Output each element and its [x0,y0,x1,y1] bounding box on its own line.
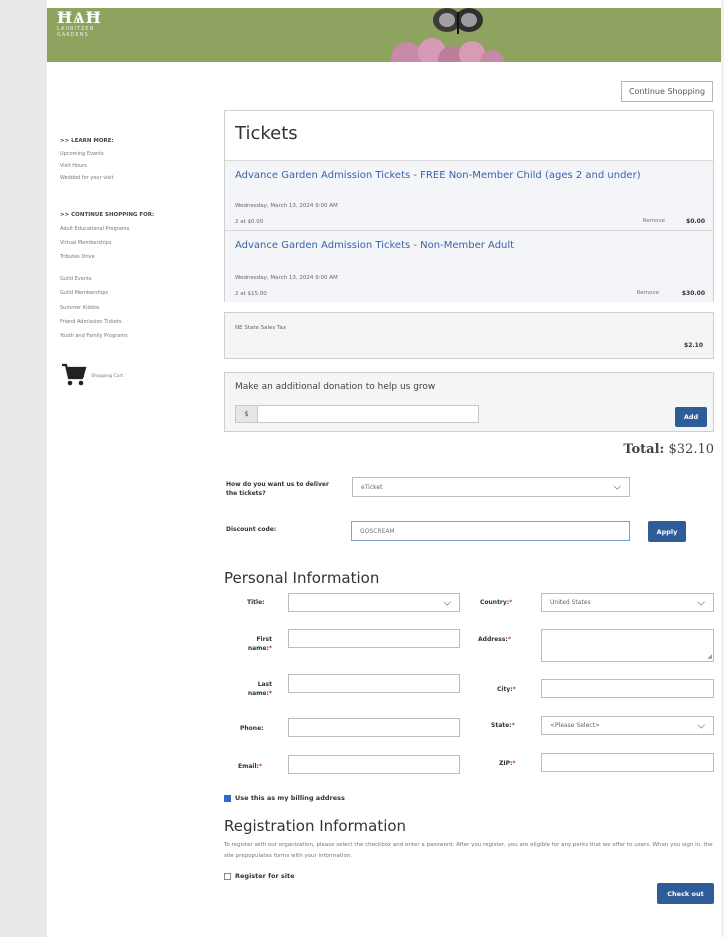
country-label: Country:* [480,599,513,606]
personal-info-title: Personal Information [224,569,380,587]
discount-label: Discount code: [226,526,277,533]
cart-item-price: $0.00 [686,218,705,225]
logo-subtitle: LAURITZEN GARDENS [57,26,95,38]
nav-item-visit-hours[interactable]: Visit Hours [60,163,87,169]
cart-item-qty: 2 at $15.00 [235,291,267,297]
cart-item-price: $30.00 [681,290,705,297]
nav-item-upcoming-events[interactable]: Upcoming Events [60,151,104,157]
total-value: $32.10 [668,442,715,457]
checkout-button[interactable]: Check out [657,883,714,904]
chevron-down-icon: ⌵ [697,597,705,608]
learn-more-heading: >> LEARN MORE: [60,138,114,144]
resize-grip-icon[interactable]: ◢ [707,653,712,660]
title-label: Title: [247,599,265,606]
tax-amount: $2.10 [684,342,703,349]
tax-label: NE State Sales Tax [235,325,287,331]
apply-button[interactable]: Apply [648,521,686,542]
address-label: Address:* [478,636,511,643]
registration-text: To register with our organization, pleas… [224,842,713,859]
cart-item-row: Advance Garden Admission Tickets - Non-M… [225,230,713,302]
cart-item-date: Wednesday, March 13, 2024 9:00 AM [235,203,338,209]
address-textarea[interactable]: ◢ [541,629,714,662]
continue-shopping-heading: >> CONTINUE SHOPPING FOR: [60,212,155,218]
delivery-select[interactable]: eTicket ⌵ [352,477,630,497]
last-name-label: Last name:* [247,681,272,697]
discount-value: GOSCREAM [360,527,395,535]
tickets-panel: Tickets Advance Garden Admission Tickets… [224,110,714,302]
state-select[interactable]: <Please Select> ⌵ [541,716,714,735]
remove-link[interactable]: Remove [637,290,659,296]
phone-label: Phone: [240,725,264,732]
cart-item-qty: 2 at $0.00 [235,219,264,225]
nav-item-youth-family[interactable]: Youth and Family Programs [60,333,128,339]
nav-item-wedded[interactable]: Wedded for your visit [60,175,114,181]
header-banner: ĦѦĦ LAURITZEN GARDENS [47,8,721,62]
chevron-down-icon: ⌵ [613,481,621,493]
register-label: Register for site [235,872,295,880]
cart-item-date: Wednesday, March 13, 2024 9:00 AM [235,275,338,281]
billing-address-option[interactable]: Use this as my billing address [224,794,345,802]
state-label: State:* [491,722,515,729]
nav-item-adult-programs[interactable]: Adult Educational Programs [60,226,129,232]
left-gutter [0,0,47,937]
billing-label: Use this as my billing address [235,794,345,802]
email-label: Email:* [238,763,263,770]
shopping-cart-icon[interactable] [61,362,87,388]
cart-item-row: Advance Garden Admission Tickets - FREE … [225,160,713,230]
shopping-cart-label[interactable]: Shopping Cart [91,374,123,379]
nav-item-guild-memberships[interactable]: Guild Memberships [60,290,108,296]
nav-item-tributes[interactable]: Tributes Drive [60,254,95,260]
currency-symbol: $ [236,406,258,422]
nav-item-guild-events[interactable]: Guild Events [60,276,92,282]
email-input[interactable] [288,755,460,774]
country-select[interactable]: United States ⌵ [541,593,714,612]
chevron-down-icon: ⌵ [697,720,705,731]
cart-item-link[interactable]: Advance Garden Admission Tickets - FREE … [235,170,641,181]
site-logo[interactable]: ĦѦĦ [57,8,102,28]
continue-shopping-button[interactable]: Continue Shopping [621,81,713,102]
delivery-value: eTicket [361,483,383,491]
first-name-label: First name:* [247,636,272,652]
cart-item-link[interactable]: Advance Garden Admission Tickets - Non-M… [235,240,514,251]
zip-label: ZIP:* [499,760,516,767]
delivery-label: How do you want us to deliver the ticket… [226,481,329,497]
state-value: <Please Select> [550,722,600,729]
chevron-down-icon: ⌵ [443,597,451,608]
donation-amount-input[interactable]: $ [235,405,479,423]
nav-item-summer[interactable]: Summer Kiddos [60,305,100,311]
discount-code-input[interactable]: GOSCREAM [351,521,630,541]
city-label: City:* [497,686,516,693]
total-label: Total: [623,442,665,457]
nav-item-admission[interactable]: Friend Admission Tickets [60,319,122,325]
donation-box: Make an additional donation to help us g… [224,372,714,432]
order-total: Total: $32.10 [623,442,714,457]
registration-title: Registration Information [224,817,407,835]
register-option[interactable]: Register for site [224,872,295,880]
title-select[interactable]: ⌵ [288,593,460,612]
billing-checkbox[interactable] [224,794,231,802]
first-name-input[interactable] [288,629,460,648]
remove-link[interactable]: Remove [643,218,665,224]
nav-item-virtual-memberships[interactable]: Virtual Memberships [60,240,111,246]
tax-box: NE State Sales Tax $2.10 [224,312,714,359]
phone-input[interactable] [288,718,460,737]
zip-input[interactable] [541,753,714,772]
donation-prompt: Make an additional donation to help us g… [235,382,436,392]
butterfly-flower-image [377,8,527,62]
last-name-input[interactable] [288,674,460,693]
add-donation-button[interactable]: Add [675,407,707,427]
city-input[interactable] [541,679,714,698]
register-checkbox[interactable] [224,872,231,880]
country-value: United States [550,599,591,606]
tickets-title: Tickets [235,123,298,144]
